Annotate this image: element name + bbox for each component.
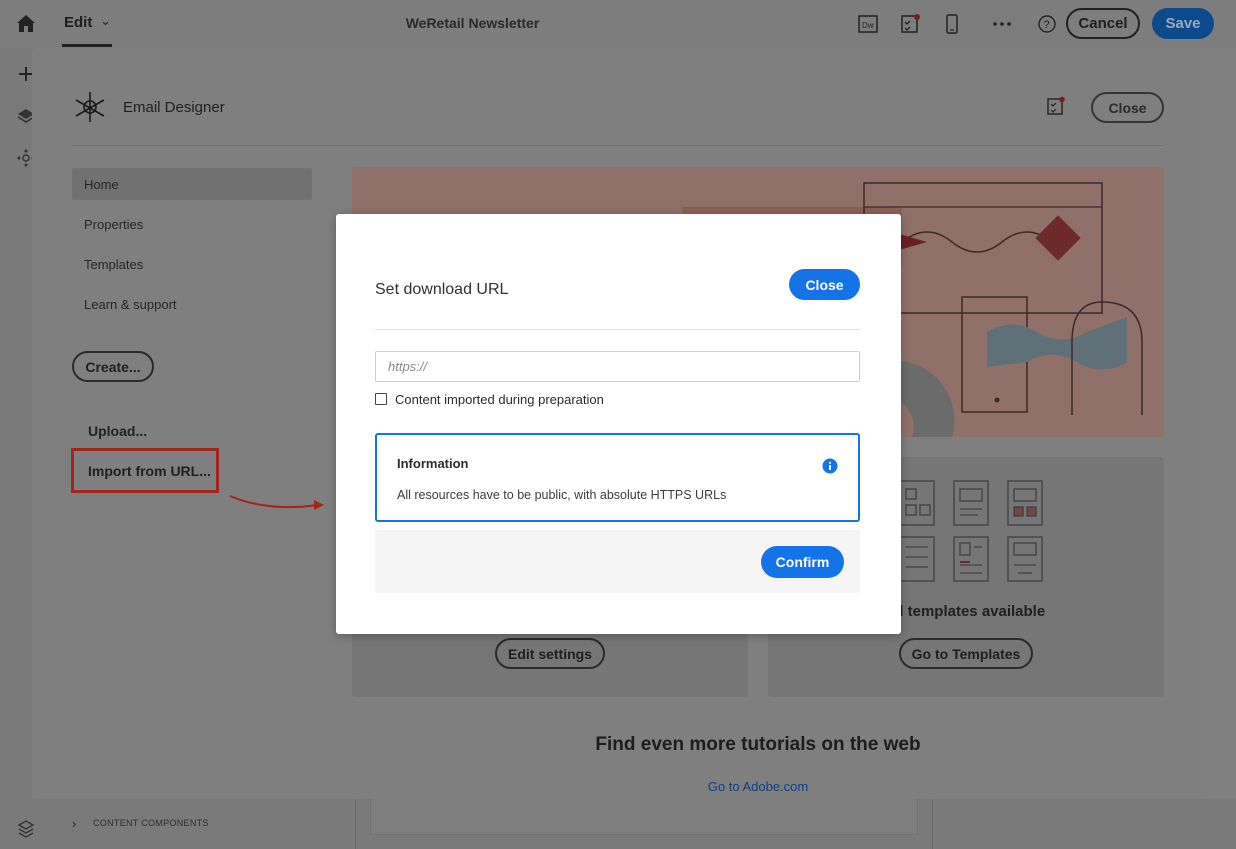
go-to-adobe-link[interactable]: Go to Adobe.com (352, 779, 1164, 794)
content-components-label: CONTENT COMPONENTS (93, 818, 209, 828)
divider (72, 145, 1164, 146)
info-title: Information (397, 456, 469, 471)
create-button[interactable]: Create... (72, 351, 154, 382)
info-icon (822, 458, 838, 474)
nav-item-home[interactable]: Home (72, 168, 312, 200)
canvas-area (370, 799, 918, 835)
edit-settings-button[interactable]: Edit settings (495, 638, 605, 669)
content-components-panel[interactable]: › CONTENT COMPONENTS (52, 799, 356, 849)
url-input[interactable] (375, 351, 860, 382)
content-imported-checkbox[interactable] (375, 393, 387, 405)
save-button[interactable]: Save (1152, 8, 1214, 39)
dialog-divider (375, 329, 860, 330)
document-title: WeRetail Newsletter (405, 15, 540, 31)
edit-menu-indicator (62, 44, 112, 47)
dialog-title: Set download URL (375, 281, 509, 298)
mobile-icon[interactable] (941, 13, 963, 35)
help-icon[interactable]: ? (1036, 13, 1058, 35)
designer-close-button[interactable]: Close (1091, 92, 1164, 123)
nav-item-learn-support[interactable]: Learn & support (72, 288, 312, 320)
information-box: Information All resources have to be pub… (375, 433, 860, 522)
tutorials-heading: Find even more tutorials on the web (595, 734, 921, 755)
template-thumbnails (899, 480, 1043, 582)
annotation-arrow (229, 495, 324, 510)
dreamweaver-icon[interactable]: Dw (857, 13, 879, 35)
dialog-close-button[interactable]: Close (789, 269, 860, 300)
checklist-icon[interactable] (1046, 96, 1066, 116)
designer-nav: Home Properties Templates Learn & suppor… (72, 168, 312, 328)
chevron-right-icon[interactable]: › (72, 816, 76, 831)
designer-title: Email Designer (123, 99, 225, 116)
checklist-icon[interactable] (899, 13, 921, 35)
svg-text:Dw: Dw (862, 21, 874, 30)
email-designer-logo-icon (75, 92, 105, 122)
app-header: Edit ⌄ WeRetail Newsletter Dw ? Cancel S… (0, 0, 1236, 48)
nav-item-templates[interactable]: Templates (72, 248, 312, 280)
cancel-button[interactable]: Cancel (1066, 8, 1140, 39)
info-text: All resources have to be public, with ab… (397, 488, 727, 502)
svg-text:?: ? (1044, 19, 1050, 31)
import-from-url-link[interactable]: Import from URL... (88, 463, 211, 479)
bottom-panel: › CONTENT COMPONENTS (52, 799, 1236, 849)
nav-item-properties[interactable]: Properties (72, 208, 312, 240)
structure-icon[interactable] (16, 819, 36, 839)
upload-link[interactable]: Upload... (88, 423, 147, 439)
set-download-url-dialog: Set download URL Close Content imported … (336, 214, 901, 634)
confirm-button[interactable]: Confirm (761, 546, 844, 578)
dialog-footer: Confirm (375, 530, 860, 593)
more-icon[interactable] (991, 13, 1013, 35)
right-panel (932, 799, 1236, 849)
checkbox-label: Content imported during preparation (395, 392, 604, 407)
go-to-templates-button[interactable]: Go to Templates (899, 638, 1033, 669)
